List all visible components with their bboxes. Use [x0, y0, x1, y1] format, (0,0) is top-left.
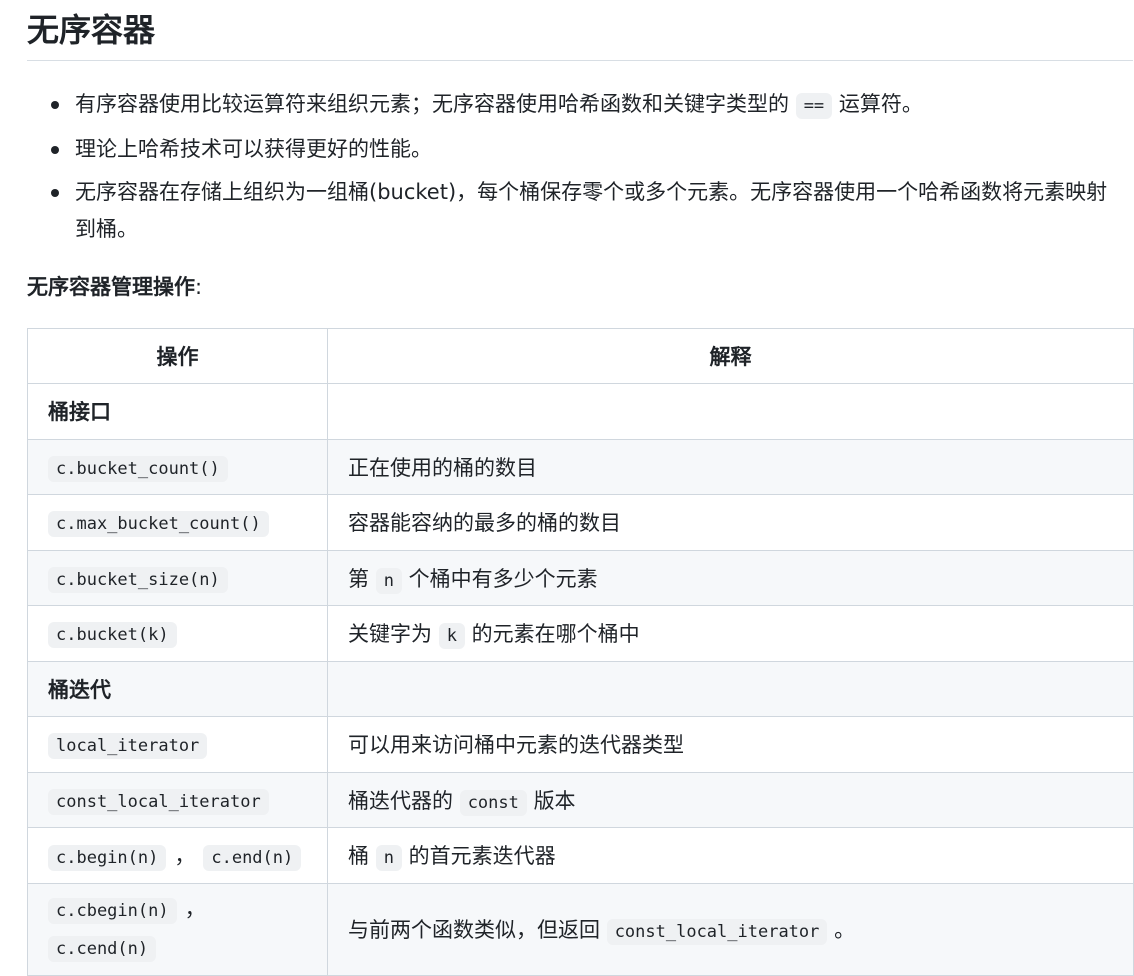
header-explanation: 解释 — [327, 328, 1134, 384]
op-code: c.bucket_count() — [48, 455, 228, 482]
bullet-item: 理论上哈希技术可以获得更好的性能。 — [27, 131, 1125, 168]
op-code: c.cbegin(n) — [48, 898, 177, 924]
cell-op: c.bucket_count() — [27, 438, 328, 495]
desc-text: 第 — [348, 566, 369, 591]
table-header-row: 操作 解释 — [27, 328, 1134, 384]
header-operation: 操作 — [27, 328, 328, 384]
inline-code: == — [795, 93, 833, 119]
caption-bold: 无序容器管理操作 — [27, 275, 195, 299]
op-code: const_local_iterator — [48, 788, 269, 815]
desc-text: 桶迭代器的 — [348, 788, 453, 813]
op-code: c.begin(n) — [48, 845, 167, 872]
table-row: c.cbegin(n) ， c.cend(n) 与前两个函数类似，但返回 const… — [27, 882, 1134, 976]
inline-code: n — [375, 567, 402, 594]
cell-desc: 与前两个函数类似，但返回 const_local_iterator 。 — [327, 882, 1134, 976]
article-body: 无序容器 有序容器使用比较运算符来组织元素；无序容器使用哈希函数和关键字类型的 … — [27, 0, 1134, 976]
op-code: c.end(n) — [203, 845, 302, 872]
op-code: c.max_bucket_count() — [48, 511, 269, 538]
group-label: 桶迭代 — [27, 660, 328, 717]
bullet-item: 有序容器使用比较运算符来组织元素；无序容器使用哈希函数和关键字类型的 == 运算… — [27, 86, 1125, 125]
op-separator: ， — [184, 897, 206, 921]
cell-op: c.bucket(k) — [27, 605, 328, 662]
cell-desc: 第 n 个桶中有多少个元素 — [327, 549, 1134, 606]
desc-text: 。 — [834, 918, 856, 942]
desc-text: 关键字为 — [348, 622, 432, 647]
op-code: local_iterator — [48, 733, 208, 760]
table-row: c.bucket_count() 正在使用的桶的数目 — [27, 438, 1134, 495]
cell-desc: 桶迭代器的 const 版本 — [327, 771, 1134, 828]
inline-code: k — [438, 623, 465, 650]
desc-text: 的元素在哪个桶中 — [471, 622, 640, 647]
section-title: 无序容器 — [27, 0, 1133, 61]
desc-text: 与前两个函数类似，但返回 — [348, 918, 600, 942]
cell-desc: 关键字为 k 的元素在哪个桶中 — [327, 605, 1134, 662]
table-caption: 无序容器管理操作: — [27, 272, 1133, 302]
table-row: 桶接口 — [27, 383, 1134, 440]
table-row: c.begin(n) ， c.end(n) 桶 n 的首元素迭代器 — [27, 827, 1134, 884]
cell-op: c.begin(n) ， c.end(n) — [27, 827, 328, 884]
cell-op: c.max_bucket_count() — [27, 494, 328, 551]
table-row: local_iterator 可以用来访问桶中元素的迭代器类型 — [27, 716, 1134, 773]
cell-desc: 可以用来访问桶中元素的迭代器类型 — [327, 716, 1134, 773]
inline-code: const_local_iterator — [606, 919, 828, 945]
bullet-item: 无序容器在存储上组织为一组桶(bucket)，每个桶保存零个或多个元素。无序容器… — [27, 174, 1125, 248]
table-row: c.max_bucket_count() 容器能容纳的最多的桶的数目 — [27, 494, 1134, 551]
table-row: c.bucket_size(n) 第 n 个桶中有多少个元素 — [27, 549, 1134, 606]
bullet-text: 有序容器使用比较运算符来组织元素；无序容器使用哈希函数和关键字类型的 — [75, 92, 789, 116]
desc-text: 的首元素迭代器 — [408, 844, 556, 869]
op-separator: ， — [174, 844, 196, 869]
desc-text: 桶 — [348, 844, 369, 869]
desc-text: 个桶中有多少个元素 — [408, 566, 598, 591]
inline-code: const — [459, 789, 527, 816]
cell-desc — [327, 383, 1134, 440]
op-code: c.bucket_size(n) — [48, 566, 228, 593]
cell-desc: 容器能容纳的最多的桶的数目 — [327, 494, 1134, 551]
cell-op: local_iterator — [27, 716, 328, 773]
op-code: c.cend(n) — [48, 936, 157, 962]
op-code: c.bucket(k) — [48, 622, 177, 649]
caption-colon: : — [195, 275, 203, 299]
desc-text: 版本 — [533, 788, 576, 813]
bullet-text: 无序容器在存储上组织为一组桶(bucket)，每个桶保存零个或多个元素。无序容器… — [75, 180, 1108, 241]
table-row: 桶迭代 — [27, 660, 1134, 717]
group-label: 桶接口 — [27, 383, 328, 440]
cell-desc: 正在使用的桶的数目 — [327, 438, 1134, 495]
cell-op: c.bucket_size(n) — [27, 549, 328, 606]
cell-op: c.cbegin(n) ， c.cend(n) — [27, 882, 328, 976]
table-row: c.bucket(k) 关键字为 k 的元素在哪个桶中 — [27, 605, 1134, 662]
bullet-list: 有序容器使用比较运算符来组织元素；无序容器使用哈希函数和关键字类型的 == 运算… — [27, 86, 1133, 248]
bullet-text: 运算符。 — [838, 92, 923, 116]
bullet-text: 理论上哈希技术可以获得更好的性能。 — [75, 137, 432, 161]
operations-table: 操作 解释 桶接口 c.bucket_count() 正在使用的桶的数目 c.m… — [27, 328, 1134, 976]
cell-op: const_local_iterator — [27, 771, 328, 828]
cell-desc: 桶 n 的首元素迭代器 — [327, 827, 1134, 884]
cell-desc — [327, 660, 1134, 717]
table-row: const_local_iterator 桶迭代器的 const 版本 — [27, 771, 1134, 828]
inline-code: n — [375, 845, 402, 872]
